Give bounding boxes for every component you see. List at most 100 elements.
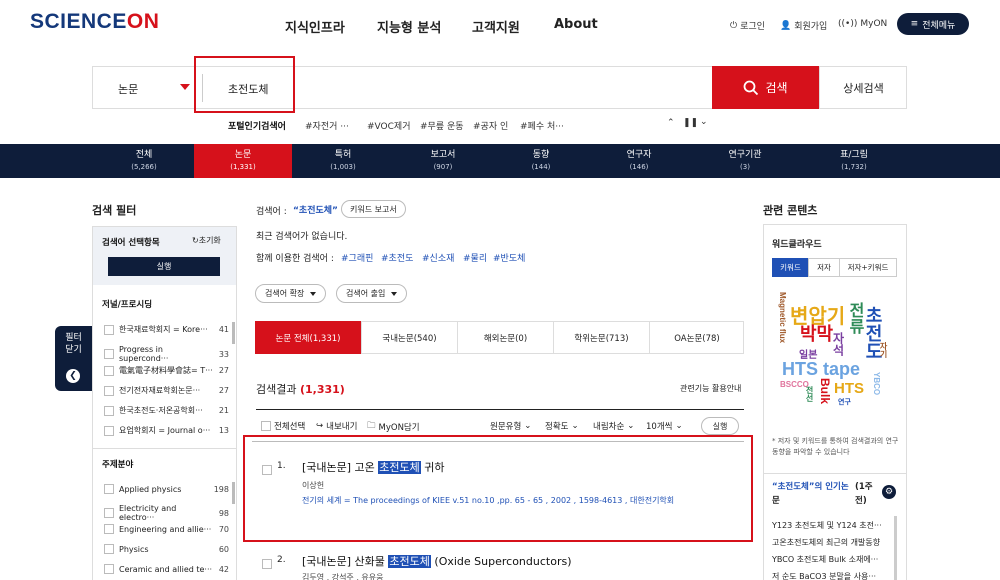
popular-keyword[interactable]: #VOC제거 <box>367 119 410 132</box>
scrollbar[interactable] <box>232 322 235 344</box>
guide-link[interactable]: 관련기능 활용안내 <box>680 383 741 394</box>
tab-institutions[interactable]: 연구기관 (3) <box>696 144 794 178</box>
associated-keyword[interactable]: #물리 <box>463 251 487 264</box>
login-link[interactable]: ⏻ 로그인 <box>730 19 765 33</box>
tab-theses[interactable]: 학위논문(713) <box>553 321 649 354</box>
page-size[interactable]: 10개씩 ⌄ <box>646 420 683 432</box>
tab-keyword[interactable]: 키워드 <box>772 258 809 277</box>
result-item-author[interactable]: 김두영 , 강석주 , 유유웅 <box>302 572 384 580</box>
tab-papers[interactable]: 논문 (1,331) <box>194 144 292 178</box>
filter-journal-item[interactable]: Progress in supercond··· 33 <box>104 345 229 363</box>
tab-researchers[interactable]: 연구자 (146) <box>590 144 688 178</box>
scrollbar[interactable] <box>894 516 897 580</box>
keyword-expand-button[interactable]: 검색어 확장 <box>255 284 327 303</box>
logo[interactable]: SCIENCEON <box>30 10 159 34</box>
popular-paper-item[interactable]: 고온초전도체의 최근의 개발동향 <box>772 537 896 548</box>
filter-subject-item[interactable]: Ceramic and allied te··· 42 <box>104 564 229 574</box>
wordcloud-word[interactable]: Magnetic flux <box>778 292 787 343</box>
filter-journal-item[interactable]: 한국재료학회지 = Kore··· 41 <box>104 324 229 335</box>
result-item-checkbox[interactable] <box>262 460 272 479</box>
result-item-title[interactable]: [국내논문] 고온 초전도체 귀하 <box>302 459 445 475</box>
myon-save-button[interactable]: 🗀 MyON담기 <box>367 420 420 434</box>
wordcloud-word[interactable]: YBCO <box>872 372 881 395</box>
tab-domestic-papers[interactable]: 국내논문(540) <box>361 321 457 354</box>
detail-search-button[interactable]: 상세검색 <box>819 66 907 109</box>
checkbox[interactable] <box>104 365 114 376</box>
search-button[interactable]: 검색 <box>712 66 819 109</box>
result-item-title[interactable]: [국내논문] 산화물 초전도체 (Oxide Superconductors) <box>302 553 572 569</box>
nav-about[interactable]: About <box>554 17 598 32</box>
filter-subject-item[interactable]: Engineering and allie··· 70 <box>104 524 229 534</box>
checkbox[interactable] <box>261 421 271 431</box>
popular-keyword[interactable]: #폐수 처··· <box>520 119 564 132</box>
popular-keyword[interactable]: #공자 인 <box>473 119 508 132</box>
tab-all[interactable]: 전체 (5,266) <box>95 144 193 178</box>
popular-paper-item[interactable]: 저 순도 BaCO3 분말을 사용··· <box>772 571 896 580</box>
myon-link[interactable]: ((•)) MyON <box>838 19 887 29</box>
wordcloud-word[interactable]: 자석 <box>830 332 847 356</box>
popular-keyword[interactable]: #자전거 ··· <box>305 119 349 132</box>
run-button[interactable]: 실행 <box>701 417 739 435</box>
tab-oa-papers[interactable]: OA논문(78) <box>649 321 744 354</box>
signup-link[interactable]: 👤 회원가입 <box>780 19 827 33</box>
gear-icon[interactable]: ⚙ <box>882 485 896 499</box>
tab-reports[interactable]: 보고서 (907) <box>394 144 492 178</box>
nav-knowledge[interactable]: 지식인프라 <box>285 17 345 36</box>
scrollbar[interactable] <box>232 482 235 504</box>
wordcloud-word[interactable]: Bulk <box>818 378 832 404</box>
filter-journal-item[interactable]: 電氣電子材料學會誌= T··· 27 <box>104 365 229 376</box>
tab-patents[interactable]: 특허 (1,003) <box>294 144 392 178</box>
wordcloud-word[interactable]: 박막 <box>800 320 833 346</box>
keyword-report-button[interactable]: 키워드 보고서 <box>341 200 406 218</box>
filter-reset-button[interactable]: ↻초기화 <box>192 235 221 246</box>
search-type-select[interactable]: 논문 <box>118 81 138 97</box>
popular-paper-item[interactable]: Y123 초전도체 및 Y124 초전··· <box>772 520 896 531</box>
associated-keyword[interactable]: #반도체 <box>493 251 525 264</box>
filter-subject-item[interactable]: Applied physics 198 <box>104 484 229 494</box>
checkbox[interactable] <box>104 524 114 534</box>
tab-trends[interactable]: 동향 (144) <box>492 144 590 178</box>
wordcloud-word[interactable]: 자기 <box>878 342 889 358</box>
associated-keyword[interactable]: #신소재 <box>422 251 454 264</box>
filter-journal-item[interactable]: 전기전자재료학회논문··· 27 <box>104 385 229 396</box>
nav-analysis[interactable]: 지능형 분석 <box>377 17 441 36</box>
popular-paper-item[interactable]: YBCO 초전도체 Bulk 소재에··· <box>772 554 896 565</box>
filter-subject-item[interactable]: Electricity and electro··· 98 <box>104 504 229 522</box>
associated-keyword[interactable]: #초전도 <box>381 251 413 264</box>
chevron-up-icon[interactable]: ⌃ <box>667 118 675 128</box>
filter-subject-item[interactable]: Physics 60 <box>104 544 229 554</box>
tab-papers-all[interactable]: 논문 전체(1,331) <box>255 321 361 354</box>
all-menu-button[interactable]: ≡ 전체메뉴 <box>897 13 969 35</box>
chevron-down-icon[interactable] <box>180 84 190 90</box>
checkbox[interactable] <box>104 405 114 416</box>
checkbox[interactable] <box>104 484 114 494</box>
popular-keyword[interactable]: #무릎 운동 <box>420 119 464 132</box>
checkbox[interactable] <box>104 564 114 574</box>
checkbox[interactable] <box>104 544 114 554</box>
tab-author[interactable]: 저자 <box>808 258 840 277</box>
export-button[interactable]: ↪ 내보내기 <box>316 420 357 432</box>
tab-author-keyword[interactable]: 저자+키워드 <box>839 258 897 277</box>
result-item-author[interactable]: 이상헌 <box>302 480 324 491</box>
result-item-source[interactable]: 전기의 세계 = The proceedings of KIEE v.51 no… <box>302 495 674 506</box>
associated-keyword[interactable]: #그래핀 <box>341 251 373 264</box>
pause-icon[interactable]: ❚❚ <box>683 118 698 128</box>
tab-tables-figures[interactable]: 표/그림 (1,732) <box>805 144 903 178</box>
sort-doc-type[interactable]: 원문유형 ⌄ <box>490 420 531 432</box>
checkbox[interactable] <box>262 559 272 569</box>
wordcloud-word[interactable]: 일본 <box>799 346 817 361</box>
wordcloud-word[interactable]: HTS tape <box>782 359 860 380</box>
nav-support[interactable]: 고객지원 <box>472 17 520 36</box>
sort-order[interactable]: 내림차순 ⌄ <box>593 420 634 432</box>
result-item-checkbox[interactable] <box>262 554 272 573</box>
filter-run-button[interactable]: 실행 <box>108 257 220 276</box>
tab-foreign-papers[interactable]: 해외논문(0) <box>457 321 553 354</box>
checkbox[interactable] <box>104 324 114 335</box>
sort-relevance[interactable]: 정확도 ⌄ <box>545 420 579 432</box>
checkbox[interactable] <box>104 349 114 359</box>
wordcloud-word[interactable]: 연구 <box>838 397 851 407</box>
filter-journal-item[interactable]: 한국초전도·저온공학회··· 21 <box>104 405 229 416</box>
filter-journal-item[interactable]: 요업학회지 = Journal o··· 13 <box>104 425 229 436</box>
checkbox[interactable] <box>262 465 272 475</box>
checkbox[interactable] <box>104 385 114 396</box>
